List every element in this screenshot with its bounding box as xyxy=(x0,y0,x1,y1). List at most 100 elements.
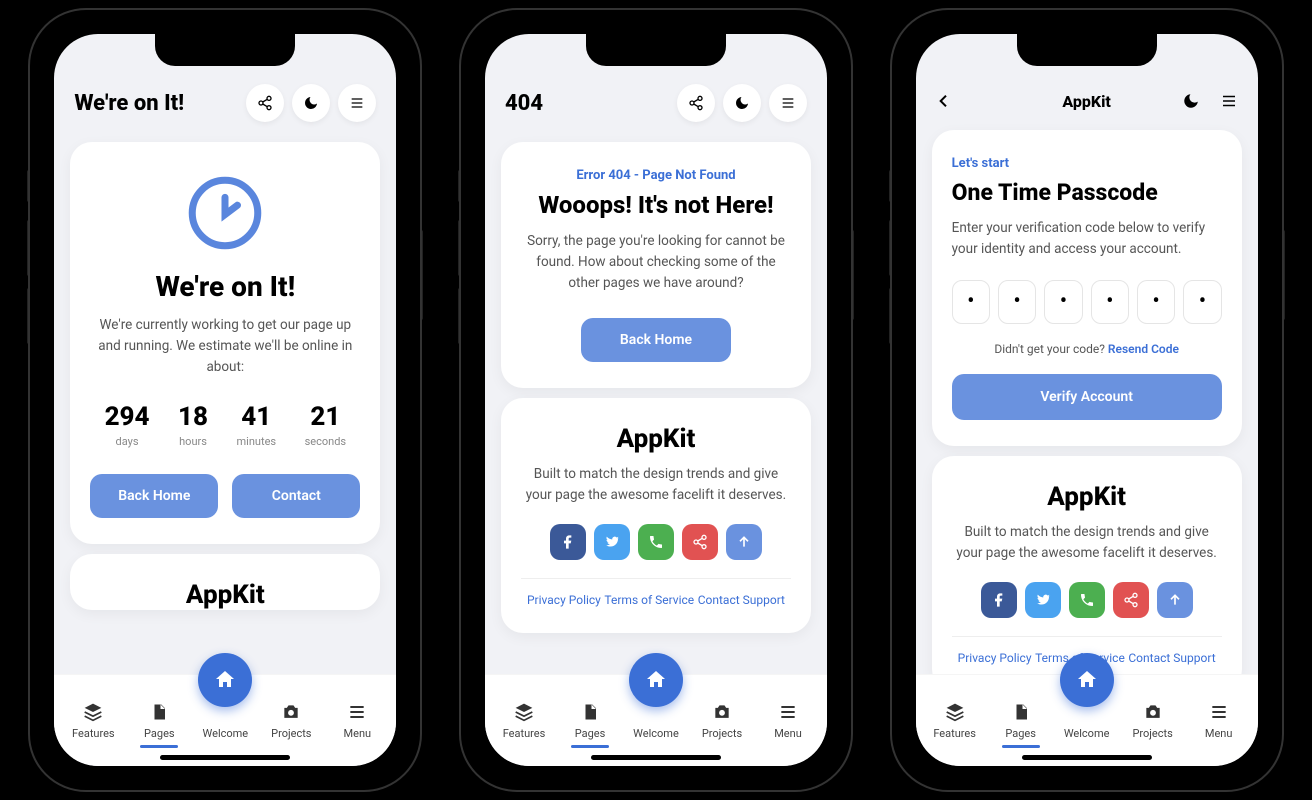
card-title: Wooops! It's not Here! xyxy=(521,191,791,219)
resend-prompt: Didn't get your code? xyxy=(994,342,1108,356)
card-description: Sorry, the page you're looking for canno… xyxy=(521,231,791,294)
tab-welcome[interactable]: Welcome xyxy=(623,683,689,746)
otp-digit-2[interactable]: • xyxy=(998,280,1036,324)
countdown-hours: 18 xyxy=(178,404,208,431)
file-icon xyxy=(581,701,599,723)
otp-digit-4[interactable]: • xyxy=(1091,280,1129,324)
tab-bar: Features Pages Welcome Projects Menu xyxy=(485,674,827,766)
tab-bar: Features Pages Welcome Projects Menu xyxy=(916,674,1258,766)
tab-pages[interactable]: Pages xyxy=(988,683,1054,746)
menu-icon xyxy=(347,701,367,723)
tab-features[interactable]: Features xyxy=(60,683,126,746)
phone-button[interactable] xyxy=(638,524,674,560)
appkit-card: AppKit Built to match the design trends … xyxy=(501,398,811,633)
back-button[interactable] xyxy=(936,93,952,109)
phone-mockup-3: AppKit Let's start One Time Passcode Ent… xyxy=(892,10,1282,790)
contact-support-link[interactable]: Contact Support xyxy=(1128,651,1215,665)
back-home-button[interactable]: Back Home xyxy=(90,474,218,518)
otp-card: Let's start One Time Passcode Enter your… xyxy=(932,130,1242,446)
layers-icon xyxy=(945,701,965,723)
tab-bar: Features Pages Welcome Projects Menu xyxy=(54,674,396,766)
tab-menu[interactable]: Menu xyxy=(755,683,821,746)
file-icon xyxy=(150,701,168,723)
tab-projects[interactable]: Projects xyxy=(1120,683,1186,746)
tab-welcome[interactable]: Welcome xyxy=(1054,683,1120,746)
tab-pages[interactable]: Pages xyxy=(557,683,623,746)
card-description: Enter your verification code below to ve… xyxy=(952,218,1222,260)
otp-digit-5[interactable]: • xyxy=(1137,280,1175,324)
page-header: AppKit xyxy=(916,78,1258,120)
maintenance-card: We're on It! We're currently working to … xyxy=(70,142,380,544)
scroll-top-button[interactable] xyxy=(726,524,762,560)
phone-button[interactable] xyxy=(1069,582,1105,618)
card-description: We're currently working to get our page … xyxy=(90,315,360,378)
camera-icon xyxy=(281,701,301,723)
otp-digit-1[interactable]: • xyxy=(952,280,990,324)
tab-menu[interactable]: Menu xyxy=(1186,683,1252,746)
appkit-card: AppKit xyxy=(70,554,380,610)
menu-button[interactable] xyxy=(769,84,807,122)
tab-projects[interactable]: Projects xyxy=(258,683,324,746)
twitter-button[interactable] xyxy=(594,524,630,560)
appkit-description: Built to match the design trends and giv… xyxy=(521,464,791,506)
otp-digit-6[interactable]: • xyxy=(1183,280,1221,324)
camera-icon xyxy=(1143,701,1163,723)
otp-input-row: • • • • • • xyxy=(952,280,1222,324)
facebook-button[interactable] xyxy=(981,582,1017,618)
share-social-button[interactable] xyxy=(1113,582,1149,618)
share-button[interactable] xyxy=(246,84,284,122)
share-button[interactable] xyxy=(677,84,715,122)
share-social-button[interactable] xyxy=(682,524,718,560)
tab-features[interactable]: Features xyxy=(922,683,988,746)
tab-features[interactable]: Features xyxy=(491,683,557,746)
privacy-link[interactable]: Privacy Policy xyxy=(527,593,601,607)
contact-support-link[interactable]: Contact Support xyxy=(698,593,785,607)
dark-mode-button[interactable] xyxy=(1182,92,1200,110)
card-title: We're on It! xyxy=(90,270,360,303)
contact-button[interactable]: Contact xyxy=(232,474,360,518)
tab-welcome[interactable]: Welcome xyxy=(192,683,258,746)
dark-mode-button[interactable] xyxy=(723,84,761,122)
appkit-title: AppKit xyxy=(521,424,791,454)
scroll-top-button[interactable] xyxy=(1157,582,1193,618)
page-header: 404 xyxy=(485,78,827,132)
file-icon xyxy=(1012,701,1030,723)
resend-code-link[interactable]: Resend Code xyxy=(1108,342,1179,356)
card-title: One Time Passcode xyxy=(952,179,1222,206)
page-title: We're on It! xyxy=(74,91,184,116)
menu-icon xyxy=(1209,701,1229,723)
layers-icon xyxy=(83,701,103,723)
phone-mockup-2: 404 Error 404 - Page Not Found Wooops! I… xyxy=(461,10,851,790)
social-buttons xyxy=(952,582,1222,618)
menu-button[interactable] xyxy=(1220,92,1238,110)
facebook-button[interactable] xyxy=(550,524,586,560)
page-title: 404 xyxy=(505,91,543,116)
social-buttons xyxy=(521,524,791,560)
terms-link[interactable]: Terms of Service xyxy=(604,593,694,607)
clock-icon xyxy=(186,174,264,252)
camera-icon xyxy=(712,701,732,723)
appkit-description: Built to match the design trends and giv… xyxy=(952,522,1222,564)
tab-menu[interactable]: Menu xyxy=(324,683,390,746)
error-404-card: Error 404 - Page Not Found Wooops! It's … xyxy=(501,142,811,388)
appkit-title: AppKit xyxy=(90,580,360,610)
countdown-minutes: 41 xyxy=(237,404,277,431)
tab-projects[interactable]: Projects xyxy=(689,683,755,746)
countdown-seconds: 21 xyxy=(305,404,347,431)
menu-button[interactable] xyxy=(338,84,376,122)
countdown-timer: 294days 18hours 41minutes 21seconds xyxy=(90,404,360,448)
twitter-button[interactable] xyxy=(1025,582,1061,618)
menu-icon xyxy=(778,701,798,723)
page-header: We're on It! xyxy=(54,78,396,132)
tab-pages[interactable]: Pages xyxy=(126,683,192,746)
countdown-days: 294 xyxy=(105,404,150,431)
otp-digit-3[interactable]: • xyxy=(1044,280,1082,324)
error-subheading: Error 404 - Page Not Found xyxy=(521,168,791,183)
privacy-link[interactable]: Privacy Policy xyxy=(958,651,1032,665)
otp-subheading: Let's start xyxy=(952,156,1222,171)
appkit-title: AppKit xyxy=(952,482,1222,512)
back-home-button[interactable]: Back Home xyxy=(581,318,731,362)
layers-icon xyxy=(514,701,534,723)
verify-account-button[interactable]: Verify Account xyxy=(952,374,1222,420)
dark-mode-button[interactable] xyxy=(292,84,330,122)
